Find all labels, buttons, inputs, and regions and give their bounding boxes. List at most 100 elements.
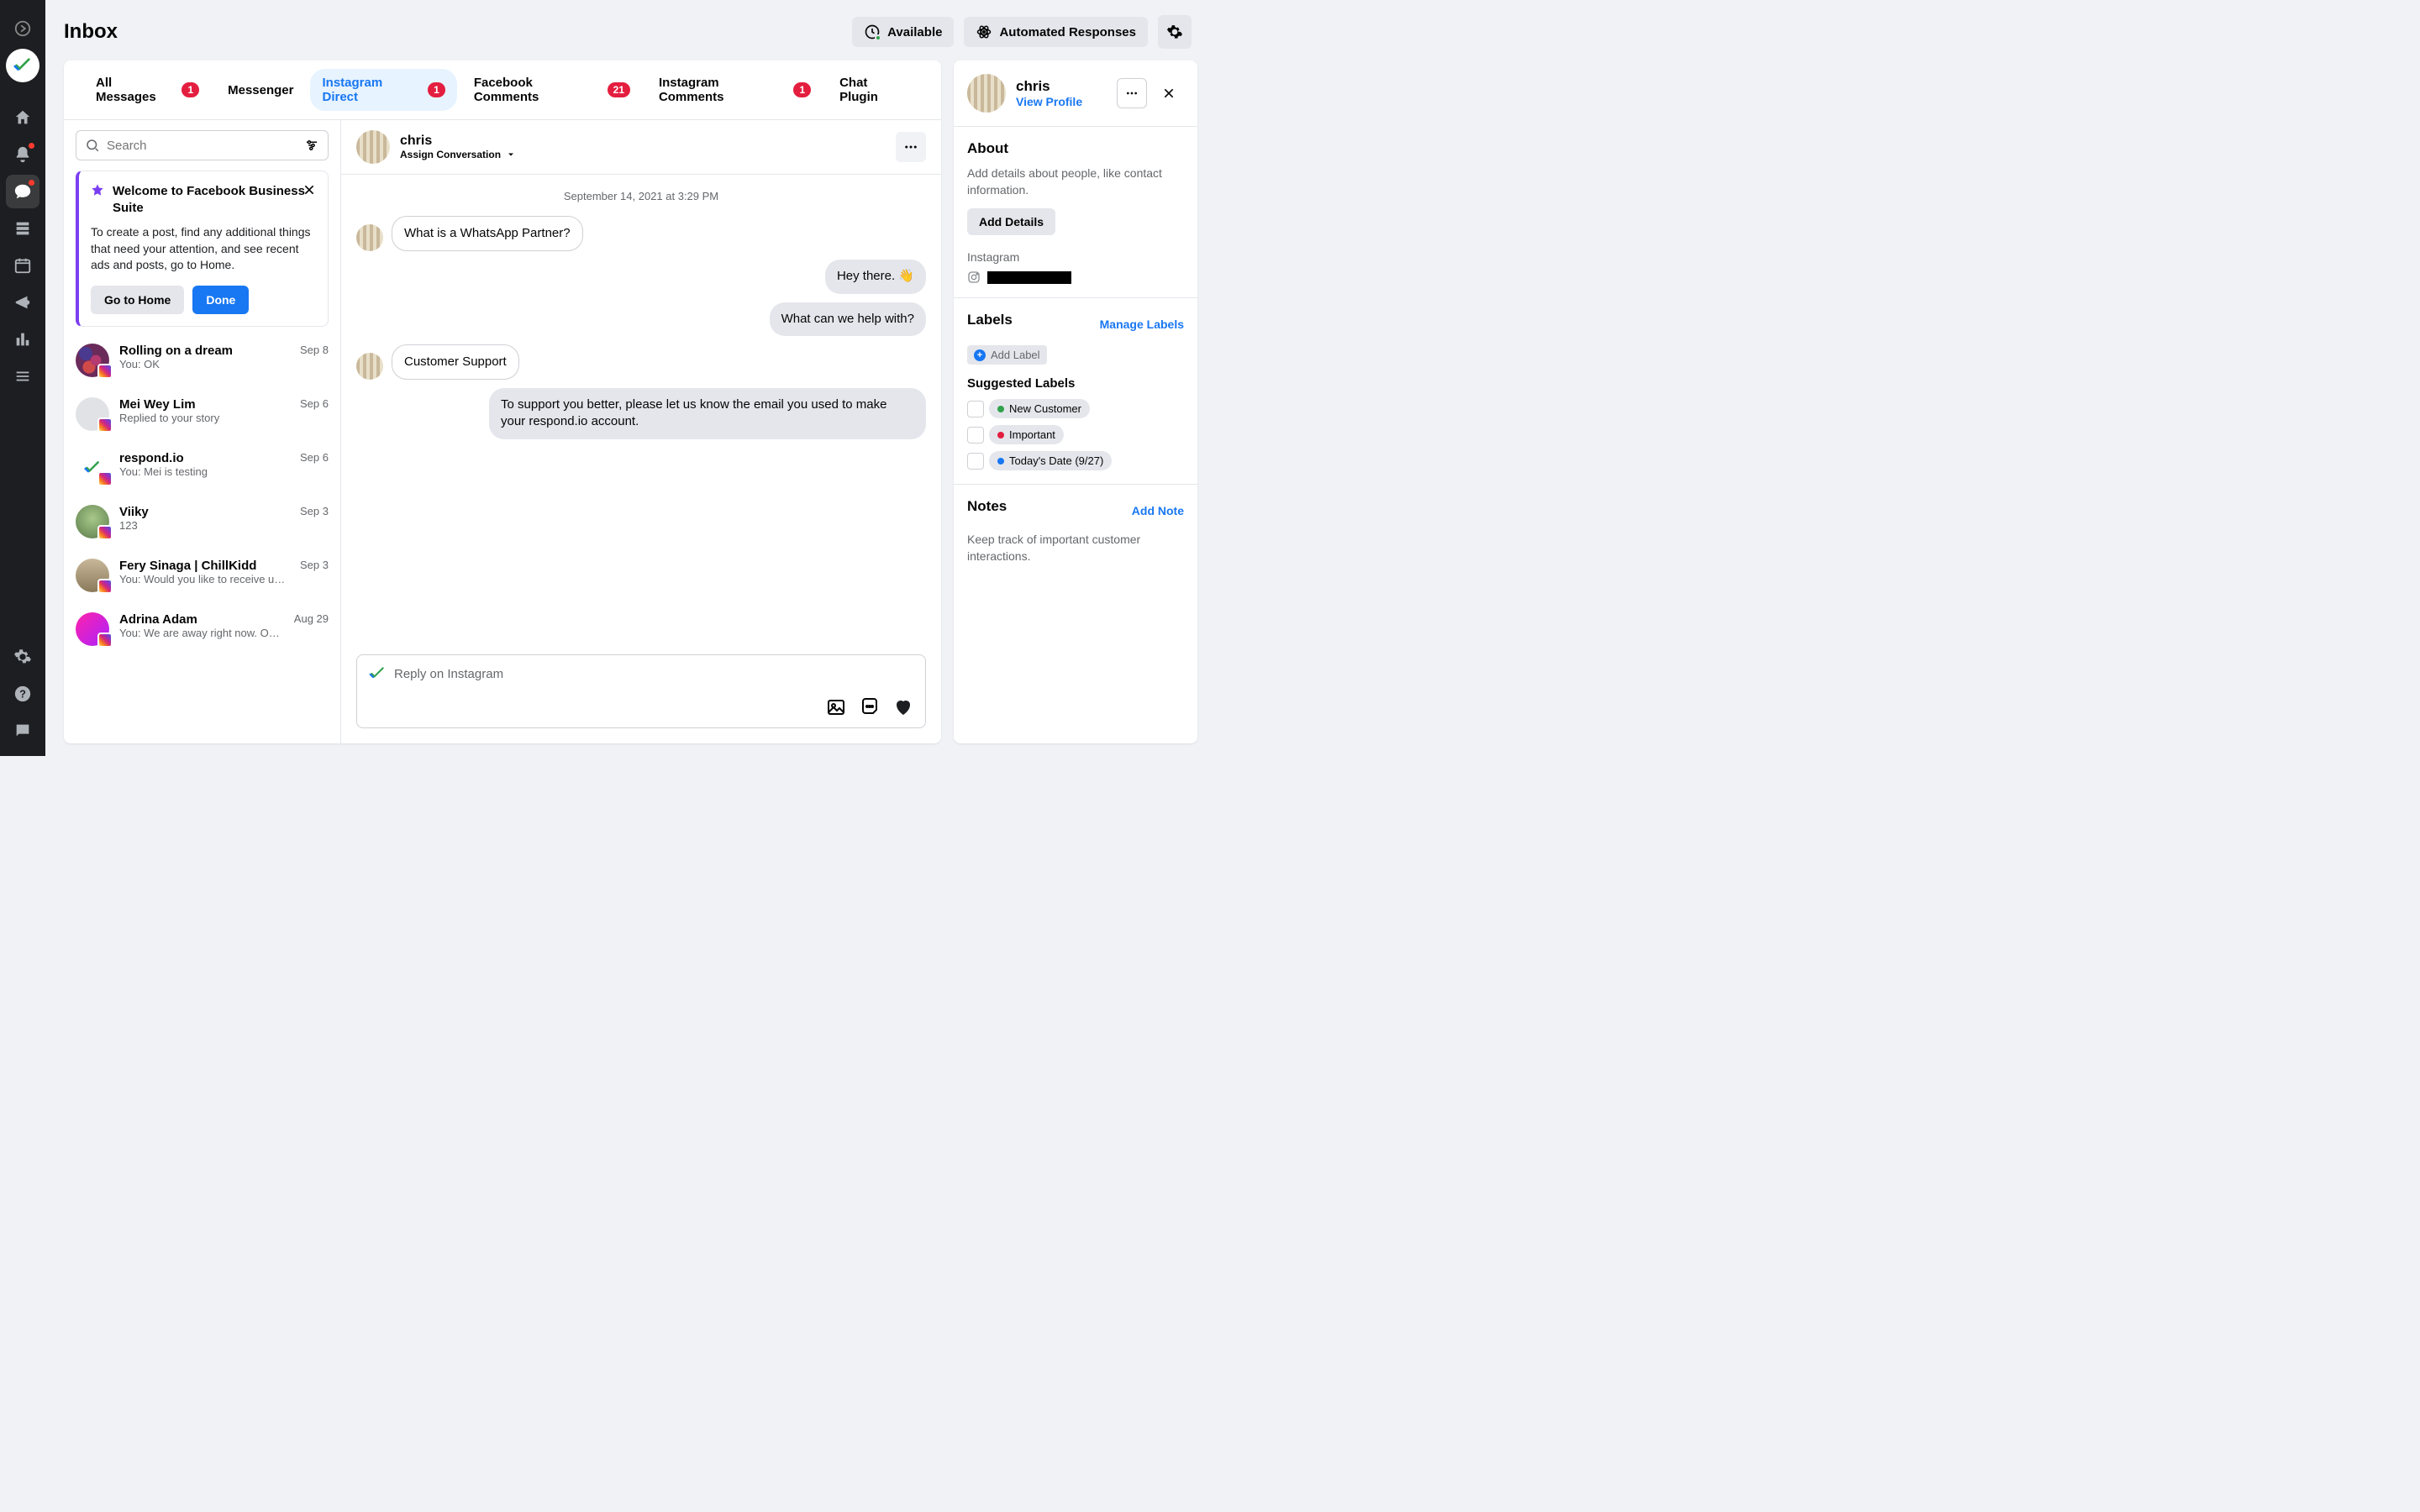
nav-feedback[interactable] xyxy=(6,714,39,748)
tab-badge: 21 xyxy=(608,82,630,97)
welcome-card: Welcome to Facebook Business Suite To cr… xyxy=(76,171,329,327)
conversation-name: Adrina Adam xyxy=(119,612,284,627)
profile-close-button[interactable] xyxy=(1154,78,1184,108)
compose-box[interactable]: Reply on Instagram xyxy=(356,654,926,728)
avatar-wrap xyxy=(76,344,109,377)
message-bubble: What can we help with? xyxy=(770,302,926,336)
conversation-date: Sep 6 xyxy=(300,397,329,410)
chat-avatar[interactable] xyxy=(356,130,390,164)
conversation-name: Fery Sinaga | ChillKidd xyxy=(119,559,290,573)
manage-labels-link[interactable]: Manage Labels xyxy=(1100,318,1184,331)
automated-responses-button[interactable]: Automated Responses xyxy=(964,17,1148,47)
search-input[interactable] xyxy=(107,139,297,153)
conversation-snippet: You: Mei is testing xyxy=(119,465,290,478)
tab-facebook-comments[interactable]: Facebook Comments 21 xyxy=(462,69,642,111)
avatar-wrap xyxy=(76,612,109,646)
profile-header: chris View Profile xyxy=(954,60,1197,126)
nav-anthropic-logo[interactable] xyxy=(6,12,39,45)
image-icon[interactable] xyxy=(826,697,846,717)
tab-instagram-comments[interactable]: Instagram Comments 1 xyxy=(647,69,823,111)
tab-chat-plugin[interactable]: Chat Plugin xyxy=(828,69,921,111)
tab-label: Messenger xyxy=(228,83,293,97)
add-note-link[interactable]: Add Note xyxy=(1132,504,1184,517)
message-row: Hey there. 👋 xyxy=(356,260,926,293)
done-button[interactable]: Done xyxy=(192,286,249,314)
conversation-snippet: You: OK xyxy=(119,358,290,370)
conversation-date: Sep 6 xyxy=(300,451,329,464)
label-checkbox[interactable] xyxy=(967,453,984,470)
label-chip[interactable]: Important xyxy=(989,425,1064,444)
search-box[interactable] xyxy=(76,130,329,160)
add-details-button[interactable]: Add Details xyxy=(967,208,1055,235)
tab-badge: 1 xyxy=(793,82,811,97)
close-icon[interactable] xyxy=(302,183,316,199)
conversation-snippet: Replied to your story xyxy=(119,412,290,424)
close-icon xyxy=(1162,87,1176,100)
about-title: About xyxy=(967,140,1184,157)
label-color-dot xyxy=(997,432,1004,438)
nav-help[interactable]: ? xyxy=(6,677,39,711)
message-row: To support you better, please let us kno… xyxy=(356,388,926,439)
inbox-settings-button[interactable] xyxy=(1158,15,1192,49)
tab-label: Chat Plugin xyxy=(839,76,909,104)
conversation-date: Aug 29 xyxy=(294,612,329,625)
conversation-item[interactable]: Fery Sinaga | ChillKidd You: Would you l… xyxy=(64,549,340,602)
label-checkbox[interactable] xyxy=(967,401,984,417)
conversation-name: Rolling on a dream xyxy=(119,344,290,358)
labels-title: Labels xyxy=(967,312,1013,328)
label-checkbox[interactable] xyxy=(967,427,984,444)
view-profile-link[interactable]: View Profile xyxy=(1016,95,1082,108)
tab-all-messages[interactable]: All Messages 1 xyxy=(84,69,211,111)
add-label-button[interactable]: + Add Label xyxy=(967,345,1047,365)
nav-inbox[interactable] xyxy=(6,175,39,208)
tab-label: Instagram Direct xyxy=(322,76,421,104)
nav-notifications[interactable] xyxy=(6,138,39,171)
nav-home[interactable] xyxy=(6,101,39,134)
label-text: New Customer xyxy=(1009,402,1081,415)
label-color-dot xyxy=(997,406,1004,412)
tab-messenger[interactable]: Messenger xyxy=(216,76,305,104)
message-row: What is a WhatsApp Partner? xyxy=(356,216,926,251)
respond-logo-icon xyxy=(369,665,386,682)
profile-more-button[interactable] xyxy=(1117,78,1147,108)
notes-title: Notes xyxy=(967,498,1007,515)
filter-icon[interactable] xyxy=(304,138,319,153)
availability-toggle[interactable]: Available xyxy=(852,17,954,47)
tab-badge: 1 xyxy=(182,82,199,97)
label-text: Important xyxy=(1009,428,1055,441)
conversation-item[interactable]: respond.io You: Mei is testing Sep 6 xyxy=(64,441,340,495)
chat-column: chris Assign Conversation September 14, … xyxy=(341,120,941,743)
nav-calendar[interactable] xyxy=(6,249,39,282)
channel-tabs: All Messages 1 Messenger Instagram Direc… xyxy=(64,60,941,120)
label-chip[interactable]: Today's Date (9/27) xyxy=(989,451,1112,470)
profile-avatar[interactable] xyxy=(967,74,1006,113)
chat-header: chris Assign Conversation xyxy=(341,120,941,175)
instagram-icon xyxy=(967,270,981,284)
avatar-wrap xyxy=(76,505,109,538)
nav-more-tools[interactable] xyxy=(6,360,39,393)
about-section: About Add details about people, like con… xyxy=(954,126,1197,297)
conversation-item[interactable]: Rolling on a dream You: OK Sep 8 xyxy=(64,333,340,387)
assign-conversation-button[interactable]: Assign Conversation xyxy=(400,149,516,160)
tab-badge: 1 xyxy=(428,82,445,97)
heart-icon[interactable] xyxy=(893,697,913,717)
page-title: Inbox xyxy=(64,20,118,44)
nav-insights[interactable] xyxy=(6,323,39,356)
compose-area: Reply on Instagram xyxy=(341,643,941,743)
go-home-button[interactable]: Go to Home xyxy=(91,286,184,314)
inbox-panel: All Messages 1 Messenger Instagram Direc… xyxy=(64,60,941,743)
avatar-wrap xyxy=(76,559,109,592)
nav-settings[interactable] xyxy=(6,640,39,674)
label-chip[interactable]: New Customer xyxy=(989,399,1090,418)
nav-ads[interactable] xyxy=(6,286,39,319)
conversation-item[interactable]: Mei Wey Lim Replied to your story Sep 6 xyxy=(64,387,340,441)
nav-posts[interactable] xyxy=(6,212,39,245)
conversation-item[interactable]: Viiky 123 Sep 3 xyxy=(64,495,340,549)
plus-icon: + xyxy=(974,349,986,361)
conversation-item[interactable]: Adrina Adam You: We are away right now. … xyxy=(64,602,340,656)
chat-more-button[interactable] xyxy=(896,132,926,162)
saved-reply-icon[interactable] xyxy=(860,697,880,717)
tab-instagram-direct[interactable]: Instagram Direct 1 xyxy=(310,69,456,111)
nav-app-logo[interactable] xyxy=(6,49,39,82)
welcome-body: To create a post, find any additional th… xyxy=(91,224,316,274)
